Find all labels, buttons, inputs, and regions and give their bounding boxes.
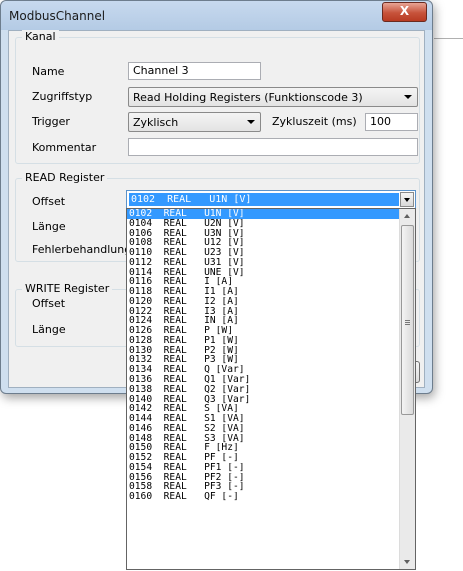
dropdown-option[interactable]: 0140 REAL Q3 [Var] xyxy=(127,395,400,405)
kommentar-label: Kommentar xyxy=(32,141,97,154)
trigger-label: Trigger xyxy=(32,115,70,128)
zykluszeit-field[interactable]: 100 xyxy=(365,113,418,131)
read-offset-select[interactable]: 0102 REAL U1N [V] xyxy=(126,190,416,209)
dropdown-option[interactable]: 0124 REAL IN [A] xyxy=(127,316,400,326)
close-button[interactable]: X xyxy=(382,2,427,22)
background-line xyxy=(434,38,463,39)
zykluszeit-label: Zykluszeit (ms) xyxy=(272,115,357,128)
dropdown-option[interactable]: 0152 REAL PF [-] xyxy=(127,453,400,463)
dropdown-option[interactable]: 0102 REAL U1N [V] xyxy=(127,209,400,219)
dropdown-items: 0102 REAL U1N [V] 0104 REAL U2N [V] 0106 R… xyxy=(127,209,400,502)
dropdown-option[interactable]: 0108 REAL U12 [V] xyxy=(127,238,400,248)
dropdown-option[interactable]: 0150 REAL F [Hz] xyxy=(127,443,400,453)
dropdown-option[interactable]: 0112 REAL U31 [V] xyxy=(127,258,400,268)
dropdown-option[interactable]: 0116 REAL I [A] xyxy=(127,277,400,287)
vertical-scrollbar[interactable] xyxy=(399,209,415,569)
dropdown-option[interactable]: 0130 REAL P2 [W] xyxy=(127,346,400,356)
write-offset-label: Offset xyxy=(32,297,66,310)
trigger-select[interactable]: Zyklisch xyxy=(128,112,261,132)
write-laenge-label: Länge xyxy=(32,323,66,336)
dropdown-option[interactable]: 0128 REAL P1 [W] xyxy=(127,336,400,346)
dropdown-option[interactable]: 0110 REAL U23 [V] xyxy=(127,248,400,258)
trigger-value: Zyklisch xyxy=(133,116,179,129)
offset-dropdown-list[interactable]: 0102 REAL U1N [V] 0104 REAL U2N [V] 0106 R… xyxy=(126,208,416,570)
dropdown-option[interactable]: 0136 REAL Q1 [Var] xyxy=(127,375,400,385)
chevron-down-icon xyxy=(247,120,255,124)
dropdown-option[interactable]: 0106 REAL U3N [V] xyxy=(127,229,400,239)
chevron-down-icon xyxy=(404,198,410,202)
read-laenge-label: Länge xyxy=(32,220,66,233)
read-offset-value: 0102 REAL U1N [V] xyxy=(129,193,399,206)
scroll-down-button[interactable] xyxy=(400,554,415,569)
scroll-thumb[interactable] xyxy=(401,225,414,415)
dropdown-option[interactable]: 0156 REAL PF2 [-] xyxy=(127,473,400,483)
zugriffstyp-select[interactable]: Read Holding Registers (Funktionscode 3) xyxy=(128,87,418,107)
dropdown-option[interactable]: 0118 REAL I1 [A] xyxy=(127,287,400,297)
read-offset-label: Offset xyxy=(32,195,66,208)
title-bar[interactable]: ModbusChannel X xyxy=(1,1,432,30)
arrow-up-icon xyxy=(404,214,410,218)
dropdown-option[interactable]: 0132 REAL P3 [W] xyxy=(127,355,400,365)
dropdown-option[interactable]: 0158 REAL PF3 [-] xyxy=(127,482,400,492)
dropdown-option[interactable]: 0148 REAL S3 [VA] xyxy=(127,434,400,444)
dropdown-option[interactable]: 0104 REAL U2N [V] xyxy=(127,219,400,229)
chevron-down-icon xyxy=(404,95,412,99)
dropdown-option[interactable]: 0154 REAL PF1 [-] xyxy=(127,463,400,473)
dropdown-option[interactable]: 0142 REAL S [VA] xyxy=(127,404,400,414)
dropdown-option[interactable]: 0114 REAL UNE [V] xyxy=(127,268,400,278)
kanal-legend: Kanal xyxy=(22,30,59,43)
dropdown-option[interactable]: 0120 REAL I2 [A] xyxy=(127,297,400,307)
dropdown-option[interactable]: 0134 REAL Q [Var] xyxy=(127,365,400,375)
window-title: ModbusChannel xyxy=(9,9,106,23)
write-register-legend: WRITE Register xyxy=(22,282,113,295)
close-icon: X xyxy=(399,4,410,18)
dropdown-option[interactable]: 0160 REAL QF [-] xyxy=(127,492,400,502)
kommentar-field[interactable] xyxy=(128,138,418,156)
scroll-up-button[interactable] xyxy=(400,209,415,224)
arrow-down-icon xyxy=(404,560,410,564)
dropdown-option[interactable]: 0144 REAL S1 [VA] xyxy=(127,414,400,424)
read-register-legend: READ Register xyxy=(22,171,108,184)
zugriffstyp-label: Zugriffstyp xyxy=(32,90,93,103)
dropdown-option[interactable]: 0122 REAL I3 [A] xyxy=(127,307,400,317)
zugriffstyp-value: Read Holding Registers (Funktionscode 3) xyxy=(133,91,363,104)
fehlerbehandlung-label: Fehlerbehandlung xyxy=(32,243,132,256)
name-field[interactable]: Channel 3 xyxy=(128,62,261,80)
dropdown-option[interactable]: 0146 REAL S2 [VA] xyxy=(127,424,400,434)
name-label: Name xyxy=(32,65,65,78)
grip-icon xyxy=(405,320,410,321)
dropdown-button[interactable] xyxy=(400,192,414,207)
dropdown-option[interactable]: 0126 REAL P [W] xyxy=(127,326,400,336)
dropdown-option[interactable]: 0138 REAL Q2 [Var] xyxy=(127,385,400,395)
